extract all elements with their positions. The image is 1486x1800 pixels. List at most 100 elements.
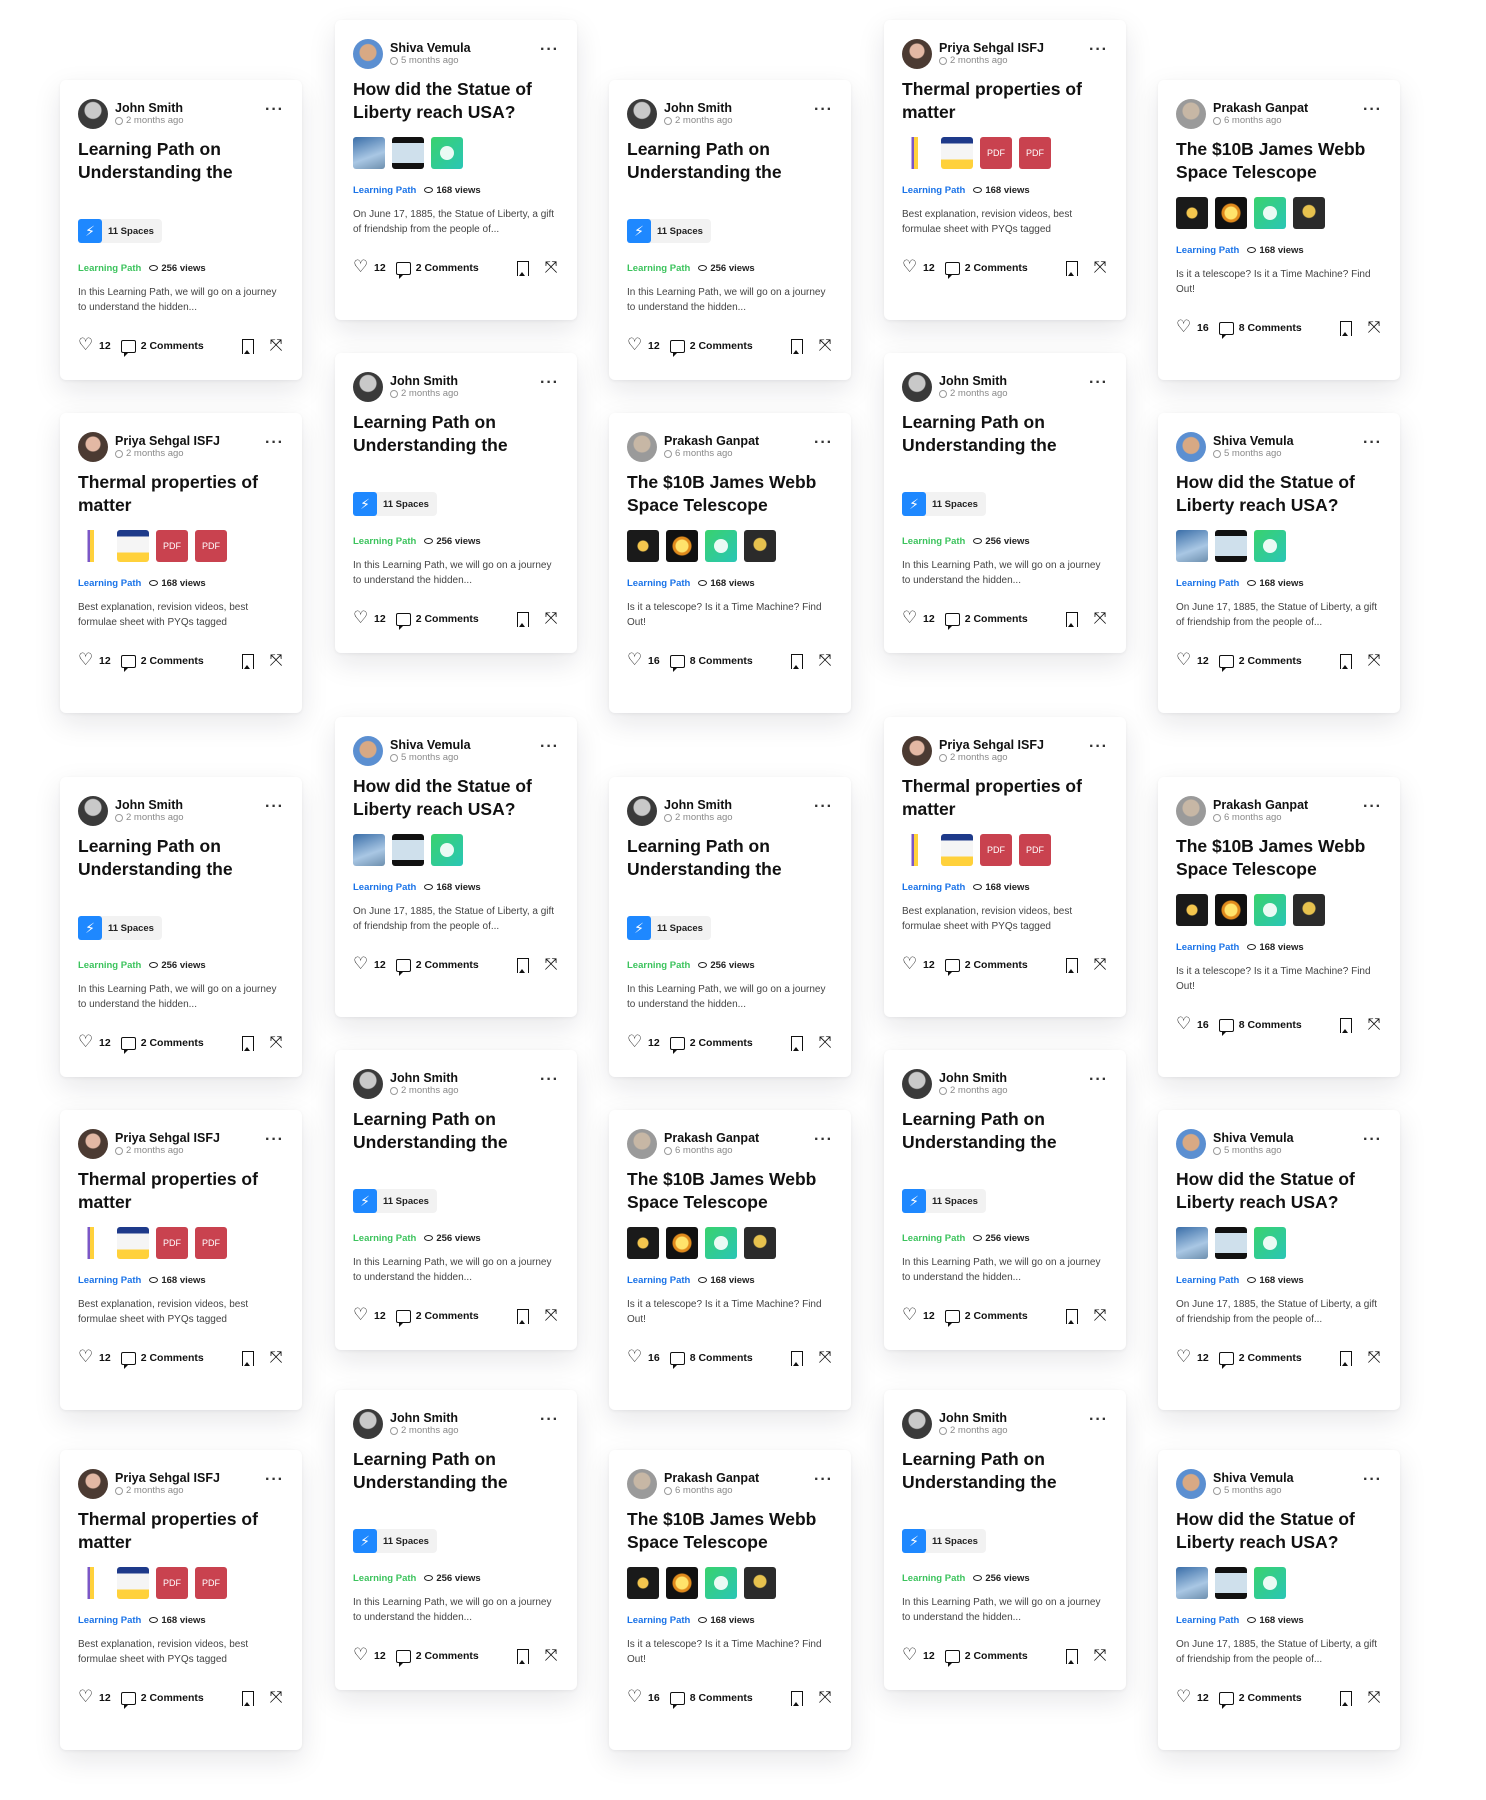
book-cover-thumbnail[interactable] [78, 530, 110, 562]
post-title[interactable]: The $10B James Webb Space Telescope [1176, 138, 1382, 184]
comments-button[interactable]: 2 Comments [944, 1649, 1028, 1667]
spaces-chip[interactable]: ⚡ 11 Spaces [353, 1529, 437, 1553]
content-type-label[interactable]: Learning Path [627, 578, 690, 589]
physics-book-cover-thumbnail[interactable] [941, 137, 973, 169]
bookmark-icon[interactable] [791, 338, 803, 354]
share-icon[interactable]: ⤧ [268, 1690, 284, 1706]
post-card[interactable]: Shiva Vemula 5 months ago ··· How did the S… [335, 717, 577, 1017]
content-type-label[interactable]: Learning Path [902, 185, 965, 196]
statue-photo-thumbnail[interactable] [1176, 530, 1208, 562]
bookmark-icon[interactable] [242, 1035, 254, 1051]
more-options-icon[interactable]: ··· [1363, 799, 1382, 820]
pdf-file-thumbnail[interactable]: PDF [195, 530, 227, 562]
comments-button[interactable]: 2 Comments [944, 958, 1028, 976]
post-title[interactable]: Learning Path on Understanding the [78, 138, 284, 184]
comments-button[interactable]: 2 Comments [120, 654, 204, 672]
post-title[interactable]: How did the Statue of Liberty reach USA? [1176, 1508, 1382, 1554]
comments-button[interactable]: 2 Comments [120, 339, 204, 357]
spaces-chip[interactable]: ⚡ 11 Spaces [78, 916, 162, 940]
prakash-avatar[interactable] [1176, 796, 1206, 826]
post-title[interactable]: Thermal properties of matter [902, 775, 1108, 821]
like-button[interactable]: 12 [902, 611, 935, 626]
more-options-icon[interactable]: ··· [814, 1132, 833, 1153]
statue-photo-2-thumbnail[interactable] [1215, 1567, 1247, 1599]
post-card[interactable]: John Smith 2 months ago ··· Learning Path o… [335, 1050, 577, 1350]
content-type-label[interactable]: Learning Path [78, 960, 141, 971]
post-card[interactable]: John Smith 2 months ago ··· Learning Path o… [335, 1390, 577, 1690]
post-card[interactable]: John Smith 2 months ago ··· Learning Path o… [609, 80, 851, 380]
author-name[interactable]: Priya Sehgal ISFJ [115, 434, 265, 448]
star-image-thumbnail[interactable] [1293, 197, 1325, 229]
author-name[interactable]: John Smith [664, 101, 814, 115]
like-button[interactable]: 16 [627, 1350, 660, 1365]
comments-button[interactable]: 8 Comments [1218, 1018, 1302, 1036]
post-title[interactable]: How did the Statue of Liberty reach USA? [353, 78, 559, 124]
prakash-avatar[interactable] [627, 1469, 657, 1499]
content-type-label[interactable]: Learning Path [78, 263, 141, 274]
more-options-icon[interactable]: ··· [814, 102, 833, 123]
post-card[interactable]: Shiva Vemula 5 months ago ··· How did the S… [1158, 413, 1400, 713]
more-options-icon[interactable]: ··· [814, 1472, 833, 1493]
more-options-icon[interactable]: ··· [1363, 1472, 1382, 1493]
comments-button[interactable]: 2 Comments [395, 261, 479, 279]
like-button[interactable]: 16 [627, 1690, 660, 1705]
prakash-avatar[interactable] [1176, 99, 1206, 129]
share-icon[interactable]: ⤧ [1366, 1350, 1382, 1366]
john-avatar[interactable] [78, 796, 108, 826]
post-card[interactable]: John Smith 2 months ago ··· Learning Path o… [60, 80, 302, 380]
bookmark-icon[interactable] [1340, 320, 1352, 336]
content-type-label[interactable]: Learning Path [1176, 1615, 1239, 1626]
bulb-icon-thumbnail[interactable] [431, 834, 463, 866]
post-title[interactable]: Thermal properties of matter [78, 471, 284, 517]
like-button[interactable]: 16 [627, 653, 660, 668]
more-options-icon[interactable]: ··· [265, 799, 284, 820]
bulb-icon-thumbnail[interactable] [705, 1567, 737, 1599]
post-card[interactable]: John Smith 2 months ago ··· Learning Path o… [60, 777, 302, 1077]
content-type-label[interactable]: Learning Path [353, 536, 416, 547]
post-card[interactable]: Prakash Ganpat 6 months ago ··· The $10B Ja… [1158, 777, 1400, 1077]
content-type-label[interactable]: Learning Path [78, 578, 141, 589]
like-button[interactable]: 16 [1176, 320, 1209, 335]
share-icon[interactable]: ⤧ [1366, 1690, 1382, 1706]
mirror-image-thumbnail[interactable] [1176, 894, 1208, 926]
spaces-chip[interactable]: ⚡ 11 Spaces [353, 1189, 437, 1213]
comments-button[interactable]: 2 Comments [944, 1309, 1028, 1327]
comments-button[interactable]: 8 Comments [669, 654, 753, 672]
statue-photo-2-thumbnail[interactable] [392, 137, 424, 169]
author-name[interactable]: Priya Sehgal ISFJ [115, 1471, 265, 1485]
john-avatar[interactable] [353, 1069, 383, 1099]
like-button[interactable]: 12 [353, 611, 386, 626]
content-type-label[interactable]: Learning Path [902, 1233, 965, 1244]
like-button[interactable]: 12 [902, 260, 935, 275]
bulb-icon-thumbnail[interactable] [1254, 894, 1286, 926]
bookmark-icon[interactable] [517, 1648, 529, 1664]
share-icon[interactable]: ⤧ [817, 1690, 833, 1706]
priya-avatar[interactable] [902, 736, 932, 766]
shiva-avatar[interactable] [1176, 432, 1206, 462]
author-name[interactable]: John Smith [939, 374, 1089, 388]
comments-button[interactable]: 2 Comments [395, 612, 479, 630]
bookmark-icon[interactable] [1340, 1017, 1352, 1033]
author-name[interactable]: John Smith [939, 1071, 1089, 1085]
bulb-icon-thumbnail[interactable] [431, 137, 463, 169]
author-name[interactable]: Priya Sehgal ISFJ [939, 41, 1089, 55]
post-title[interactable]: Learning Path on Understanding the [78, 835, 284, 881]
statue-photo-2-thumbnail[interactable] [1215, 1227, 1247, 1259]
shiva-avatar[interactable] [1176, 1129, 1206, 1159]
mirror-image-thumbnail[interactable] [627, 1567, 659, 1599]
bookmark-icon[interactable] [242, 1350, 254, 1366]
pdf-file-thumbnail[interactable]: PDF [156, 1567, 188, 1599]
priya-avatar[interactable] [78, 1469, 108, 1499]
spaces-chip[interactable]: ⚡ 11 Spaces [902, 1529, 986, 1553]
like-button[interactable]: 12 [78, 1690, 111, 1705]
more-options-icon[interactable]: ··· [265, 1472, 284, 1493]
post-title[interactable]: Learning Path on Understanding the [353, 411, 559, 457]
like-button[interactable]: 12 [902, 957, 935, 972]
physics-book-cover-thumbnail[interactable] [117, 530, 149, 562]
comments-button[interactable]: 2 Comments [120, 1036, 204, 1054]
bookmark-icon[interactable] [1066, 260, 1078, 276]
more-options-icon[interactable]: ··· [540, 1412, 559, 1433]
share-icon[interactable]: ⤧ [1092, 611, 1108, 627]
author-name[interactable]: John Smith [390, 1071, 540, 1085]
book-cover-thumbnail[interactable] [902, 834, 934, 866]
